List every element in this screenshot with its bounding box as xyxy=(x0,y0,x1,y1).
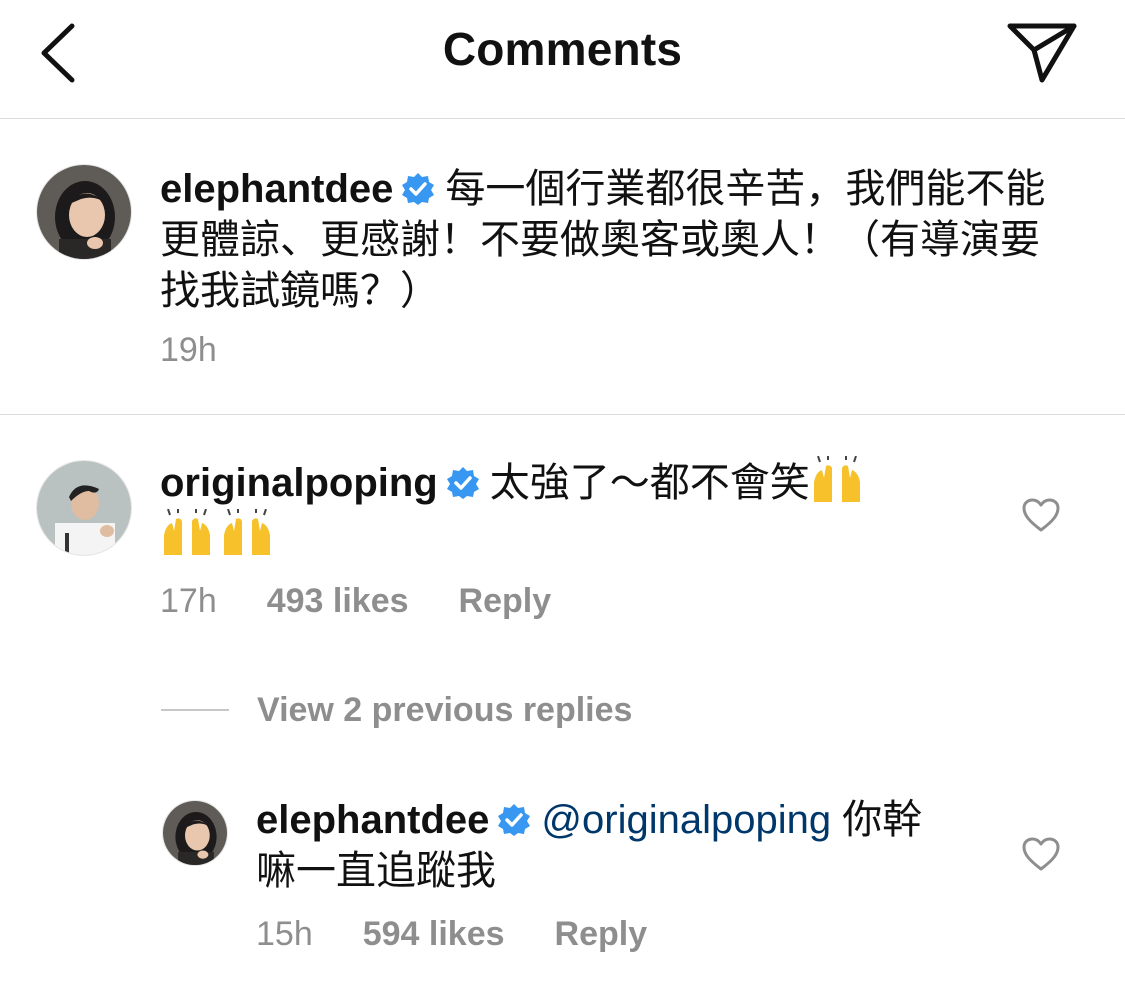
raising-hands-emoji-icon xyxy=(224,509,270,555)
like-button[interactable] xyxy=(1021,497,1061,533)
share-button[interactable] xyxy=(1000,18,1080,88)
caption-meta: 19h xyxy=(160,331,217,370)
comment: originalpoping 太強了～都不會笑 xyxy=(160,456,980,562)
timestamp: 15h xyxy=(256,915,313,953)
heart-icon xyxy=(1022,498,1060,532)
view-previous-replies[interactable]: View 2 previous replies xyxy=(161,690,632,730)
divider-line xyxy=(161,709,229,711)
username[interactable]: elephantdee xyxy=(160,167,393,211)
verified-badge-icon xyxy=(402,173,435,205)
username[interactable]: originalpoping xyxy=(160,461,438,505)
mention-link[interactable]: @originalpoping xyxy=(541,798,831,842)
reply-button[interactable]: Reply xyxy=(459,582,552,620)
avatar[interactable] xyxy=(36,164,132,260)
reply-meta: 15h 594 likes Reply xyxy=(256,915,647,954)
username[interactable]: elephantdee xyxy=(256,798,489,842)
timestamp: 19h xyxy=(160,331,217,369)
reply-button[interactable]: Reply xyxy=(555,915,648,953)
view-replies-label: View 2 previous replies xyxy=(257,690,633,729)
verified-badge-icon xyxy=(498,804,531,836)
header: Comments xyxy=(0,0,1125,119)
raising-hands-emoji-icon xyxy=(813,456,860,502)
avatar[interactable] xyxy=(36,460,132,556)
comment-meta: 17h 493 likes Reply xyxy=(160,582,551,621)
paper-plane-icon xyxy=(1007,23,1077,83)
page-title: Comments xyxy=(442,23,683,75)
likes-count[interactable]: 493 likes xyxy=(267,582,409,620)
reply-comment: elephantdee @originalpoping 你幹嘛一直追蹤我 xyxy=(256,795,946,897)
caption-text: elephantdee 每一個行業都很辛苦，我們能不能更體諒、更感謝！不要做奧客或… xyxy=(160,164,1070,317)
comment-body: 太強了～都不會笑 xyxy=(489,461,810,505)
avatar[interactable] xyxy=(162,800,228,866)
post-caption: elephantdee 每一個行業都很辛苦，我們能不能更體諒、更感謝！不要做奧客或… xyxy=(0,119,1125,415)
timestamp: 17h xyxy=(160,582,217,620)
raising-hands-emoji-icon xyxy=(164,509,210,555)
verified-badge-icon xyxy=(446,467,479,499)
heart-icon xyxy=(1022,837,1060,871)
likes-count[interactable]: 594 likes xyxy=(363,915,505,953)
like-button[interactable] xyxy=(1021,836,1061,872)
